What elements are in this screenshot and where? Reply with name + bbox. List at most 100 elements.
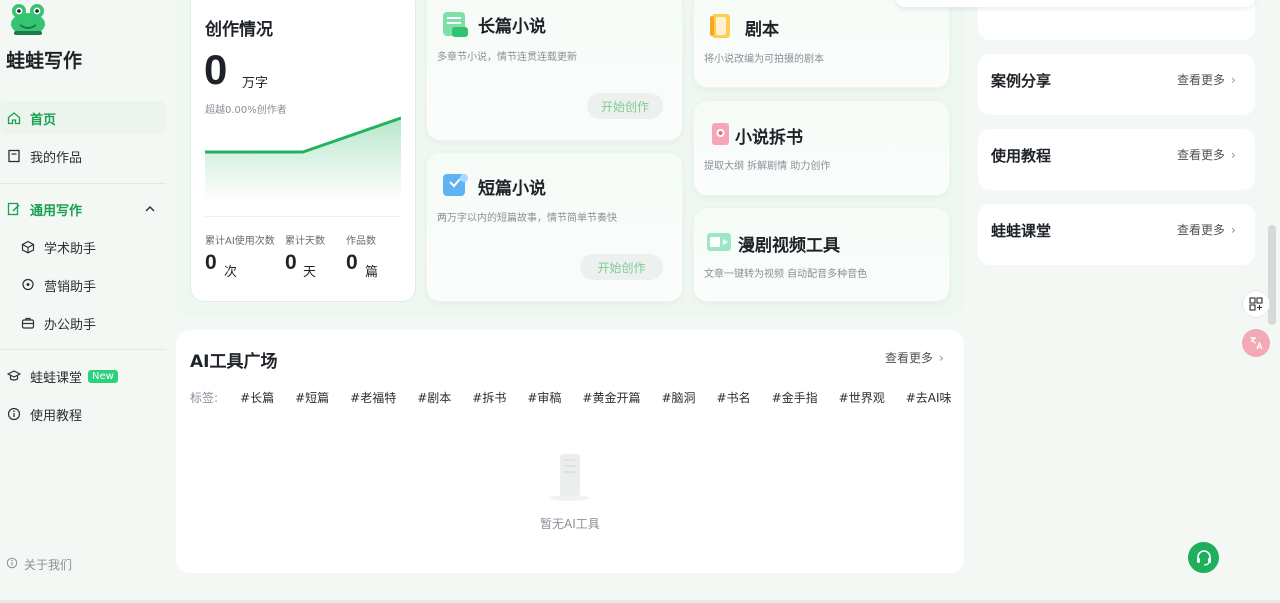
- chevron-right-icon: ›: [939, 350, 944, 365]
- empty-box-icon: [548, 450, 592, 502]
- chevron-right-icon: ›: [1231, 147, 1236, 162]
- tag-list: 标签: #长篇 #短篇 #老福特 #剧本 #拆书 #审稿 #黄金开篇 #脑洞 #…: [190, 389, 973, 406]
- short-novel-title: 短篇小说: [478, 179, 546, 199]
- more-label: 查看更多: [885, 351, 934, 365]
- sidebar-item-label: 营销助手: [44, 279, 97, 295]
- sidebar-item-my-works[interactable]: 我的作品: [0, 139, 166, 173]
- new-badge: New: [88, 369, 118, 383]
- tag-label: 标签:: [190, 391, 219, 405]
- brand-name: 蛙蛙写作: [6, 50, 83, 72]
- about-us-link[interactable]: 关于我们: [6, 556, 72, 573]
- translate-icon[interactable]: [1242, 329, 1270, 357]
- graduation-cap-icon: [6, 368, 22, 384]
- stats-title: 创作情况: [205, 20, 273, 40]
- tag-item[interactable]: #短篇: [295, 389, 329, 406]
- sidebar-divider: [0, 349, 166, 350]
- customer-service-icon[interactable]: [1188, 542, 1219, 573]
- home-icon: [6, 110, 22, 126]
- split-book-desc: 提取大纲 拆解剧情 助力创作: [704, 161, 831, 172]
- apps-grid-icon[interactable]: [1242, 290, 1270, 318]
- ai-tools-title: AI工具广场: [190, 352, 278, 372]
- tag-item[interactable]: #世界观: [839, 389, 885, 406]
- works-unit: 篇: [365, 265, 379, 280]
- long-novel-desc: 多章节小说，情节连贯连载更新: [437, 52, 577, 63]
- cube-icon: [20, 239, 36, 255]
- sidebar-item-label: 首页: [30, 112, 57, 128]
- ai-usage-value: 0: [205, 251, 217, 274]
- info-icon: [6, 557, 18, 572]
- about-us-label: 关于我们: [24, 558, 73, 572]
- edit-icon: [6, 201, 22, 217]
- script-icon: [707, 11, 737, 41]
- tag-item[interactable]: #长篇: [240, 389, 274, 406]
- tag-item[interactable]: #拆书: [472, 389, 506, 406]
- sidebar-item-general-writing[interactable]: 通用写作: [0, 192, 166, 226]
- book-icon: [6, 148, 22, 164]
- tag-item[interactable]: #老福特: [350, 389, 396, 406]
- sidebar-item-label: 通用写作: [30, 203, 83, 219]
- comic-video-desc: 文章一键转为视频 自动配音多种音色: [704, 269, 868, 280]
- tag-item[interactable]: #剧本: [417, 389, 451, 406]
- classroom-title: 蛙蛙课堂: [991, 222, 1052, 240]
- split-book-title: 小说拆书: [735, 128, 803, 148]
- scrollbar[interactable]: [1268, 225, 1276, 325]
- chat-icon: [20, 277, 36, 293]
- days-value: 0: [285, 251, 297, 274]
- tutorial-more-link[interactable]: 查看更多 ›: [1177, 146, 1236, 163]
- tag-item[interactable]: #去AI味: [906, 389, 952, 406]
- tag-item[interactable]: #书名: [717, 389, 751, 406]
- ai-usage-label: 累计AI使用次数: [205, 236, 275, 247]
- sidebar-item-office[interactable]: 办公助手: [0, 306, 166, 340]
- sidebar-divider: [0, 183, 166, 184]
- stats-divider: [205, 216, 401, 217]
- sidebar-item-label: 蛙蛙课堂: [30, 370, 83, 386]
- works-label: 作品数: [346, 236, 376, 247]
- sidebar-item-label: 学术助手: [44, 241, 97, 257]
- chevron-up-icon[interactable]: [144, 203, 156, 219]
- ai-tools-more-link[interactable]: 查看更多 ›: [885, 349, 944, 366]
- trend-chart: [205, 116, 401, 202]
- days-label: 累计天数: [285, 236, 325, 247]
- split-book-icon: [707, 119, 737, 149]
- popup-panel: [895, 0, 1255, 7]
- sidebar: 蛙蛙写作 首页 我的作品 通用写作 学术助手 营销助手 办公助手 蛙蛙课堂 Ne…: [0, 0, 170, 603]
- tag-item[interactable]: #脑洞: [661, 389, 695, 406]
- sidebar-item-classroom[interactable]: 蛙蛙课堂 New: [0, 359, 166, 393]
- short-novel-icon: [440, 170, 470, 200]
- classroom-more-link[interactable]: 查看更多 ›: [1177, 221, 1236, 238]
- more-label: 查看更多: [1177, 223, 1226, 237]
- sidebar-item-marketing[interactable]: 营销助手: [0, 268, 166, 302]
- tag-item[interactable]: #金手指: [772, 389, 818, 406]
- chevron-right-icon: ›: [1231, 222, 1236, 237]
- briefcase-icon: [20, 315, 36, 331]
- case-share-more-link[interactable]: 查看更多 ›: [1177, 71, 1236, 88]
- info-icon: [6, 406, 22, 422]
- case-share-title: 案例分享: [991, 72, 1052, 90]
- frog-logo-icon[interactable]: [8, 0, 48, 36]
- tag-item[interactable]: #黄金开篇: [582, 389, 640, 406]
- sidebar-item-label: 使用教程: [30, 408, 83, 424]
- more-label: 查看更多: [1177, 73, 1226, 87]
- short-novel-start-button[interactable]: 开始创作: [580, 254, 663, 280]
- long-novel-icon: [440, 9, 470, 39]
- chevron-right-icon: ›: [1231, 72, 1236, 87]
- sidebar-item-tutorial[interactable]: 使用教程: [0, 397, 166, 431]
- ai-usage-unit: 次: [224, 265, 238, 280]
- works-value: 0: [346, 251, 358, 274]
- days-unit: 天: [303, 265, 317, 280]
- sidebar-item-home[interactable]: 首页: [0, 101, 166, 135]
- sidebar-item-label: 办公助手: [44, 317, 97, 333]
- script-desc: 将小说改编为可拍摄的剧本: [704, 54, 824, 65]
- empty-text: 暂无AI工具: [540, 517, 600, 531]
- long-novel-start-button[interactable]: 开始创作: [587, 93, 663, 119]
- tutorial-title: 使用教程: [991, 147, 1052, 165]
- sidebar-item-academic[interactable]: 学术助手: [0, 230, 166, 264]
- word-count-unit: 万字: [242, 76, 269, 91]
- tag-item[interactable]: #审稿: [527, 389, 561, 406]
- short-novel-desc: 两万字以内的短篇故事，情节简单节奏快: [437, 213, 617, 224]
- long-novel-title: 长篇小说: [478, 17, 546, 37]
- word-count: 0: [204, 46, 228, 93]
- script-title: 剧本: [745, 20, 779, 40]
- comic-video-icon: [704, 227, 734, 257]
- sidebar-item-label: 我的作品: [30, 150, 83, 166]
